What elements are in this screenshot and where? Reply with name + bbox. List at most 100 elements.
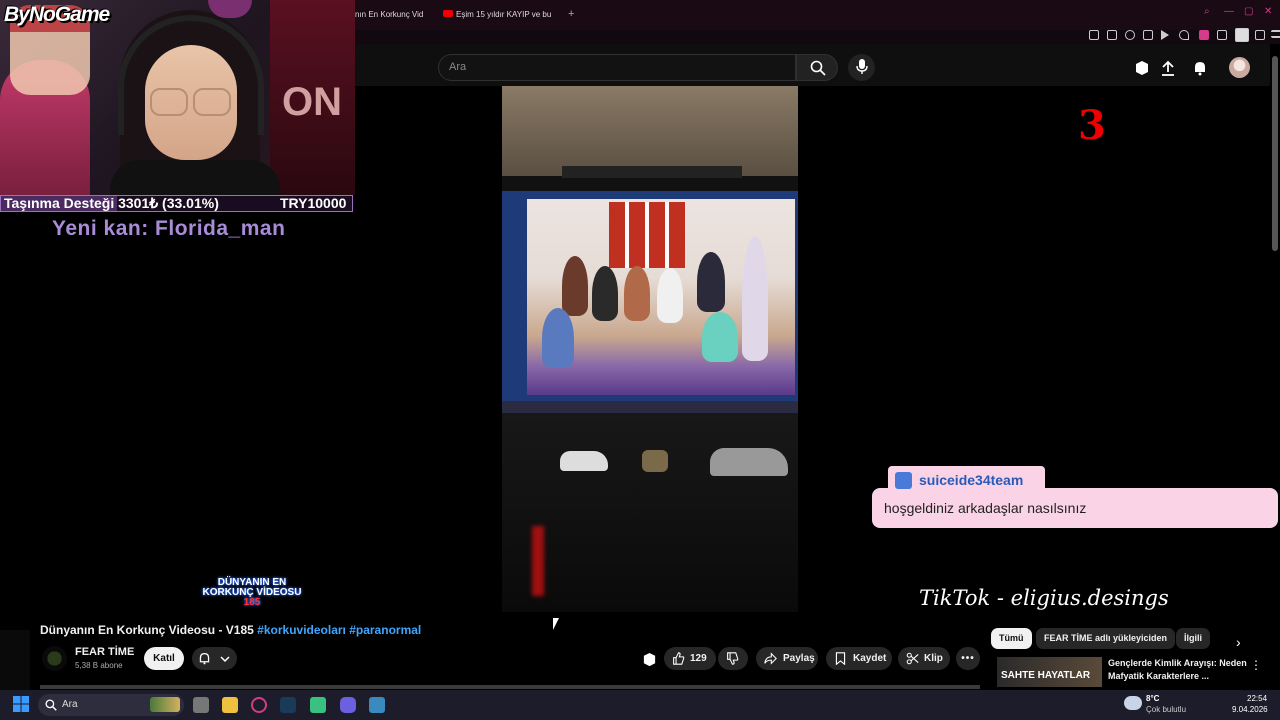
maximize-icon[interactable]: ▢ bbox=[1244, 6, 1253, 17]
pin-icon[interactable] bbox=[1089, 30, 1099, 40]
search-icon bbox=[810, 60, 826, 76]
windows-start-icon[interactable] bbox=[13, 696, 29, 712]
search-button[interactable] bbox=[796, 54, 838, 81]
streamer-webcam: ON ByNoGame bbox=[0, 0, 355, 195]
download-icon[interactable] bbox=[1255, 30, 1265, 40]
search-input[interactable]: Ara bbox=[438, 54, 796, 81]
chip-all[interactable]: Tümü bbox=[991, 628, 1032, 649]
more-dots-icon: ••• bbox=[961, 653, 975, 664]
block-icon[interactable] bbox=[1125, 30, 1135, 40]
snapshot-icon[interactable] bbox=[1107, 30, 1117, 40]
chip-label: İlgili bbox=[1184, 633, 1202, 643]
subscription-bell-button[interactable] bbox=[192, 647, 237, 670]
clock-time[interactable]: 22:54 bbox=[1247, 694, 1267, 703]
tiktok-credit: TikTok - eligius.desings bbox=[919, 586, 1169, 610]
join-button[interactable]: Katıl bbox=[144, 647, 184, 670]
video-hashtags[interactable]: #korkuvideoları #paranormal bbox=[257, 623, 421, 637]
chip-label: Tümü bbox=[999, 633, 1024, 643]
new-subscriber-alert: Yeni kan: Florida_man bbox=[52, 217, 286, 240]
chip-from-uploader[interactable]: FEAR TİME adlı yükleyiciden bbox=[1036, 628, 1176, 649]
close-icon[interactable]: ✕ bbox=[1264, 6, 1272, 17]
upload-icon[interactable] bbox=[1160, 60, 1176, 76]
opera-gx-icon[interactable] bbox=[251, 697, 267, 713]
photo-person bbox=[657, 268, 683, 323]
extension-active-icon[interactable] bbox=[1199, 30, 1209, 40]
thumbs-up-icon bbox=[673, 652, 685, 665]
chip-related[interactable]: İlgili bbox=[1176, 628, 1210, 649]
photo-person bbox=[697, 252, 725, 312]
tab-label: nın En Korkunç Vid bbox=[355, 10, 424, 19]
page-scrollbar[interactable] bbox=[1272, 56, 1278, 251]
browser-toolbar bbox=[355, 28, 1280, 44]
countdown-number: 3 bbox=[1078, 102, 1106, 149]
share-label: Paylaş bbox=[783, 653, 815, 664]
minimize-icon[interactable]: — bbox=[1224, 6, 1234, 17]
more-vert-icon[interactable]: ⋮ bbox=[1250, 658, 1262, 672]
cloud-icon[interactable] bbox=[1124, 696, 1142, 710]
heart-icon[interactable] bbox=[1179, 30, 1189, 40]
toy-figure bbox=[642, 450, 668, 472]
video-wall bbox=[502, 86, 798, 176]
photo-person bbox=[624, 266, 650, 321]
more-actions-button[interactable]: ••• bbox=[956, 647, 980, 670]
chevron-down-icon bbox=[220, 656, 230, 663]
save-label: Kaydet bbox=[853, 653, 887, 664]
share-button[interactable]: Paylaş bbox=[756, 647, 818, 670]
toy-car bbox=[560, 451, 608, 471]
video-desk bbox=[502, 413, 798, 612]
description-edge bbox=[40, 685, 980, 689]
subscriber-count: 5,38 B abone bbox=[75, 661, 123, 670]
task-view-icon[interactable] bbox=[193, 697, 209, 713]
box-icon[interactable] bbox=[1143, 30, 1153, 40]
create-reaction-icon[interactable] bbox=[642, 652, 657, 667]
photo-person bbox=[702, 312, 738, 362]
taskbar-search-label: Ara bbox=[62, 699, 78, 710]
play-icon[interactable] bbox=[1161, 30, 1169, 40]
video-wall-art bbox=[609, 202, 685, 268]
photo-person bbox=[592, 266, 618, 321]
notifications-bell-icon[interactable] bbox=[1192, 60, 1208, 76]
clip-button[interactable]: Klip bbox=[898, 647, 950, 670]
photo-person bbox=[542, 308, 574, 368]
create-icon[interactable] bbox=[1134, 60, 1150, 76]
tab-current-video[interactable]: nın En Korkunç Vid bbox=[355, 6, 431, 24]
like-button[interactable]: 129 bbox=[664, 647, 716, 670]
left-edge-strip bbox=[0, 630, 30, 690]
channel-name[interactable]: FEAR TİME bbox=[75, 646, 134, 658]
wrench-badge-icon bbox=[895, 472, 912, 489]
steam-icon[interactable] bbox=[280, 697, 296, 713]
voice-search-button[interactable] bbox=[848, 54, 875, 81]
recommendation-title[interactable]: Gençlerde Kimlik Arayışı: Neden Mafyatik… bbox=[1108, 657, 1248, 683]
video-player[interactable] bbox=[502, 86, 798, 612]
bookmark-icon bbox=[835, 652, 846, 665]
new-tab-button[interactable]: + bbox=[568, 8, 574, 20]
search-tabs-icon[interactable]: ⌕ bbox=[1204, 6, 1210, 17]
chevron-right-icon[interactable]: › bbox=[1236, 634, 1241, 650]
tab-second-video[interactable]: Eşim 15 yıldır KAYIP ve bu bbox=[443, 6, 561, 24]
discord-icon[interactable] bbox=[340, 697, 356, 713]
search-highlight-image bbox=[150, 697, 180, 712]
video-watermark: DÜNYANIN EN KORKUNÇ VİDEOSU 185 bbox=[196, 578, 308, 608]
tab-label: Eşim 15 yıldır KAYIP ve bu bbox=[456, 10, 552, 19]
photo-person bbox=[742, 236, 768, 361]
weather-description: Çok bulutlu bbox=[1146, 705, 1187, 714]
scissors-icon bbox=[906, 652, 919, 665]
bynogame-logo: ByNoGame bbox=[4, 3, 110, 26]
app-icon[interactable] bbox=[310, 697, 326, 713]
weather-temperature: 8°C bbox=[1146, 694, 1160, 703]
save-button[interactable]: Kaydet bbox=[826, 647, 892, 670]
clock-date[interactable]: 9.04.2026 bbox=[1232, 705, 1268, 714]
windows-taskbar bbox=[0, 690, 1280, 720]
app-icon[interactable] bbox=[369, 697, 385, 713]
puzzle-icon[interactable] bbox=[1217, 30, 1227, 40]
account-avatar[interactable] bbox=[1229, 57, 1250, 78]
bell-icon bbox=[199, 652, 210, 665]
file-explorer-icon[interactable] bbox=[222, 697, 238, 713]
thumbnail-text: SAHTE HAYATLAR bbox=[1001, 670, 1091, 681]
channel-avatar[interactable] bbox=[42, 646, 67, 671]
video-title-text: Dünyanın En Korkunç Videosu - V185 bbox=[40, 623, 254, 637]
dislike-button[interactable] bbox=[718, 647, 748, 670]
chip-label: FEAR TİME adlı yükleyiciden bbox=[1044, 633, 1168, 643]
menu-icon[interactable] bbox=[1271, 30, 1280, 38]
profile-icon[interactable] bbox=[1235, 28, 1249, 42]
